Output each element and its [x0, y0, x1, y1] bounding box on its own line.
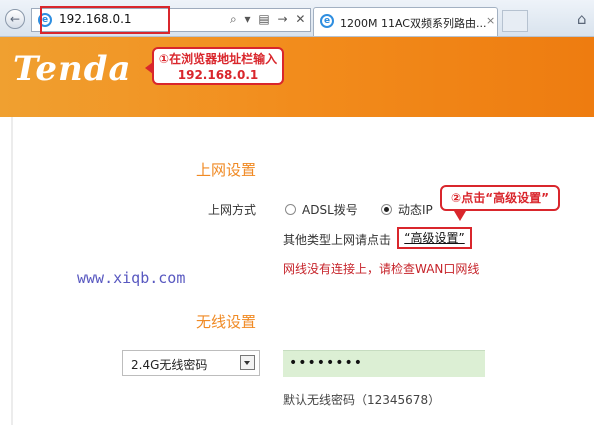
content-left-border	[11, 117, 13, 425]
dynamic-ip-label[interactable]: 动态IP	[398, 201, 433, 218]
browser-tab[interactable]: e 1200M 11AC双频系列路由... ×	[313, 7, 498, 36]
callout-step2: ②点击“高级设置”	[440, 185, 560, 211]
browser-toolbar: ← e 192.168.0.1 ⌕ ▾ ▤ → ✕ e 1200M 11AC双频…	[0, 0, 594, 37]
wireless-password-field[interactable]: ••••••••	[283, 350, 485, 377]
address-tools-icons[interactable]: ⌕ ▾ ▤ → ✕	[230, 12, 307, 27]
tab-title[interactable]: 1200M 11AC双频系列路由...	[340, 15, 486, 31]
watermark-text: www.xiqb.com	[77, 269, 186, 287]
wireless-band-select[interactable]: 2.4G无线密码	[122, 350, 260, 376]
advanced-settings-link-text[interactable]: “高级设置”	[404, 231, 464, 245]
internet-settings-title: 上网设置	[196, 161, 257, 179]
dynamic-ip-radio[interactable]	[381, 204, 392, 215]
wireless-settings-title: 无线设置	[196, 313, 257, 331]
tab-close-icon[interactable]: ×	[486, 14, 495, 27]
back-arrow-icon[interactable]: ←	[5, 9, 25, 29]
adsl-label[interactable]: ADSL拨号	[302, 201, 358, 218]
chevron-down-icon[interactable]	[240, 355, 255, 370]
tab-ie-icon: e	[320, 14, 334, 28]
wan-warning-text: 网线没有连接上，请检查WAN口网线	[283, 262, 480, 276]
home-icon[interactable]: ⌂	[577, 10, 587, 28]
default-password-hint: 默认无线密码（12345678）	[283, 393, 441, 407]
callout-step1: ①在浏览器地址栏输入192.168.0.1	[152, 47, 284, 85]
address-highlight-box	[40, 6, 170, 34]
new-tab-button[interactable]	[502, 10, 528, 32]
connection-mode-label: 上网方式	[208, 203, 257, 217]
tenda-logo: Tenda	[13, 49, 132, 89]
wireless-band-value[interactable]: 2.4G无线密码	[131, 356, 207, 373]
advanced-settings-link[interactable]: “高级设置”	[397, 227, 472, 249]
callout-step2-pointer	[454, 211, 466, 221]
other-type-text: 其他类型上网请点击	[283, 233, 392, 247]
router-header: Tenda	[0, 37, 594, 117]
adsl-radio[interactable]	[285, 204, 296, 215]
